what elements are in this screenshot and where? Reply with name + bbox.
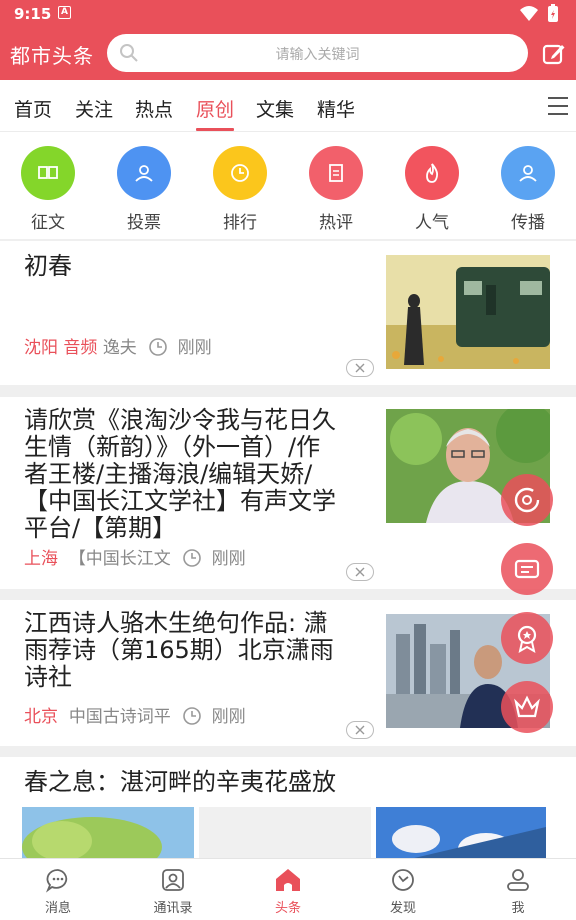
article-thumbnail xyxy=(386,255,550,369)
active-tab-indicator xyxy=(196,128,234,131)
crown-fab[interactable] xyxy=(501,681,553,733)
tab-collections[interactable]: 文集 xyxy=(256,95,294,122)
clock-icon xyxy=(183,549,202,567)
article-location: 沈阳 xyxy=(24,338,58,358)
chat-icon xyxy=(45,869,68,893)
refresh-fab[interactable] xyxy=(501,474,553,526)
category-label: 征文 xyxy=(31,213,65,233)
divider xyxy=(0,385,576,397)
dismiss-button[interactable] xyxy=(346,721,374,739)
clock-icon xyxy=(149,338,168,356)
article-card[interactable]: 江西诗人骆木生绝句作品: 潇 雨荐诗（第165期）北京潇雨 诗社 北京 中国古诗… xyxy=(0,600,576,746)
nav-me[interactable]: 我 xyxy=(478,867,558,916)
wifi-battery-icon xyxy=(520,4,558,22)
status-time: 9:15 xyxy=(14,5,52,23)
app-title: 都市头条 xyxy=(10,44,94,68)
category-label: 热评 xyxy=(319,213,353,233)
nav-label: 我 xyxy=(511,901,525,916)
nav-label: 头条 xyxy=(274,901,301,916)
menu-icon[interactable] xyxy=(548,97,568,115)
contacts-icon xyxy=(162,869,184,891)
nav-messages[interactable]: 消息 xyxy=(18,867,98,916)
category-row: 征文 投票 排行 热评 人气 传播 xyxy=(0,133,576,239)
profile-icon xyxy=(507,869,529,891)
home-icon xyxy=(276,869,300,891)
article-title: 初春 xyxy=(24,252,72,280)
article-location: 上海 xyxy=(24,549,58,569)
article-meta: 北京 中国古诗词平 刚刚 xyxy=(24,702,246,727)
article-card[interactable]: 请欣赏《浪淘沙令我与花日久 生情（新韵）》（外一首）/作 者王楼/主播海浪/编辑… xyxy=(0,397,576,589)
app-header: 都市头条 请输入关键词 xyxy=(0,28,576,80)
search-placeholder: 请输入关键词 xyxy=(275,47,360,63)
channel-tabs: 首页 关注 热点 原创 文集 精华 xyxy=(0,80,576,132)
divider xyxy=(0,746,576,757)
tab-highlights[interactable]: 精华 xyxy=(317,95,355,122)
category-label: 人气 xyxy=(415,213,449,233)
article-image xyxy=(199,807,371,858)
article-image xyxy=(22,807,194,858)
wallet-fab[interactable] xyxy=(501,543,553,595)
article-author: 中国古诗词平 xyxy=(68,707,171,727)
award-fab[interactable] xyxy=(501,612,553,664)
article-card[interactable]: 初春 沈阳 音频 逸夫 刚刚 xyxy=(0,241,576,385)
article-meta: 沈阳 音频 逸夫 刚刚 xyxy=(24,333,212,358)
edit-icon[interactable] xyxy=(542,42,566,66)
nav-discover[interactable]: 发现 xyxy=(363,867,443,916)
document-icon xyxy=(309,146,363,200)
article-author: 【中国长江文 xyxy=(68,549,171,569)
notification-icon: A xyxy=(58,6,71,19)
category-vote[interactable]: 投票 xyxy=(104,146,184,233)
category-ranking[interactable]: 排行 xyxy=(200,146,280,233)
divider xyxy=(0,589,576,600)
article-source: 音频 xyxy=(63,338,98,358)
article-author: 逸夫 xyxy=(102,338,137,358)
nav-label: 发现 xyxy=(389,901,416,916)
bottom-nav: 消息 通讯录 头条 发现 我 xyxy=(0,858,576,920)
category-popular[interactable]: 人气 xyxy=(392,146,472,233)
book-icon xyxy=(21,146,75,200)
user-icon xyxy=(501,146,555,200)
article-time: 刚刚 xyxy=(177,338,212,358)
nav-label: 消息 xyxy=(44,901,71,916)
tab-home[interactable]: 首页 xyxy=(14,95,52,122)
article-meta: 上海 【中国长江文 刚刚 xyxy=(24,544,246,569)
article-title: 春之息：湛河畔的辛夷花盛放 xyxy=(24,768,336,796)
clock-icon xyxy=(213,146,267,200)
category-label: 传播 xyxy=(511,213,545,233)
category-essay[interactable]: 征文 xyxy=(8,146,88,233)
nav-headlines[interactable]: 头条 xyxy=(248,867,328,916)
compass-icon xyxy=(392,869,414,891)
article-card[interactable]: 春之息：湛河畔的辛夷花盛放 xyxy=(0,757,576,858)
search-input[interactable]: 请输入关键词 xyxy=(107,34,528,72)
tab-hot[interactable]: 热点 xyxy=(135,95,173,122)
category-share[interactable]: 传播 xyxy=(488,146,568,233)
article-title: 请欣赏《浪淘沙令我与花日久 生情（新韵）》（外一首）/作 者王楼/主播海浪/编辑… xyxy=(24,406,336,542)
flame-icon xyxy=(405,146,459,200)
vote-icon xyxy=(117,146,171,200)
dismiss-button[interactable] xyxy=(346,563,374,581)
article-time: 刚刚 xyxy=(211,549,246,569)
status-bar: 9:15 A xyxy=(0,0,576,28)
article-time: 刚刚 xyxy=(211,707,246,727)
tab-follow[interactable]: 关注 xyxy=(75,95,113,122)
category-label: 投票 xyxy=(127,213,161,233)
nav-contacts[interactable]: 通讯录 xyxy=(133,867,213,916)
category-hot-comments[interactable]: 热评 xyxy=(296,146,376,233)
category-label: 排行 xyxy=(223,213,257,233)
article-location: 北京 xyxy=(24,707,58,727)
clock-icon xyxy=(183,707,202,725)
tab-original[interactable]: 原创 xyxy=(196,95,234,122)
article-title: 江西诗人骆木生绝句作品: 潇 雨荐诗（第165期）北京潇雨 诗社 xyxy=(24,609,334,691)
article-image xyxy=(376,807,546,858)
nav-label: 通讯录 xyxy=(153,901,193,916)
dismiss-button[interactable] xyxy=(346,359,374,377)
